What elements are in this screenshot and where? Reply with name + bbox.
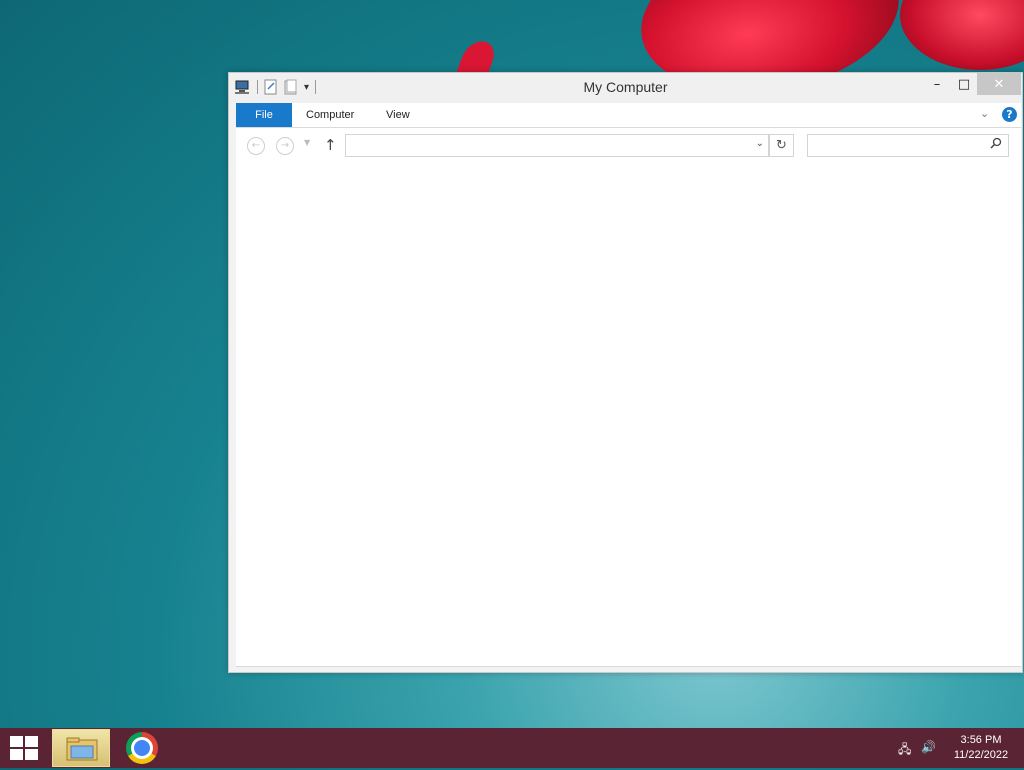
- tab-file[interactable]: File: [236, 103, 292, 127]
- file-view-pane[interactable]: [236, 164, 1021, 667]
- minimize-button[interactable]: –: [926, 73, 948, 95]
- system-clock[interactable]: 3:56 PM 11/22/2022: [945, 733, 1017, 763]
- explorer-window: ▾ My Computer – □ ✕ File Computer View ⌄…: [228, 72, 1023, 673]
- windows-logo-icon: [10, 749, 23, 760]
- network-icon[interactable]: 🖧: [898, 740, 911, 761]
- taskbar: 🖧 🔊 3:56 PM 11/22/2022: [0, 728, 1024, 768]
- title-bar[interactable]: ▾ My Computer – □ ✕: [229, 73, 1022, 103]
- taskbar-chrome-icon[interactable]: [126, 732, 158, 764]
- ribbon-tabs: File Computer View ⌄ ?: [236, 103, 1021, 128]
- search-icon[interactable]: [990, 137, 1002, 149]
- up-arrow-icon[interactable]: ↑: [324, 136, 337, 154]
- window-title: My Computer: [583, 79, 668, 95]
- recent-locations-dropdown-icon[interactable]: ▼: [304, 138, 310, 147]
- forward-arrow-icon[interactable]: →: [276, 137, 294, 155]
- address-bar[interactable]: ⌄: [345, 134, 769, 157]
- clock-date: 11/22/2022: [953, 749, 1009, 761]
- windows-logo-icon: [10, 736, 23, 747]
- maximize-button[interactable]: □: [953, 73, 975, 95]
- refresh-icon[interactable]: ↻: [769, 134, 794, 157]
- taskbar-file-explorer[interactable]: [52, 729, 110, 767]
- wallpaper-flower: [900, 0, 1024, 70]
- help-icon[interactable]: ?: [1002, 107, 1017, 122]
- windows-logo-icon: [25, 736, 38, 747]
- navigation-bar: ← → ▼ ↑ ⌄ ↻: [236, 128, 1021, 164]
- expand-ribbon-icon[interactable]: ⌄: [980, 107, 989, 120]
- folder-icon: [66, 737, 98, 761]
- back-arrow-icon[interactable]: ←: [247, 137, 265, 155]
- tab-computer[interactable]: Computer: [306, 103, 354, 127]
- chevron-down-icon[interactable]: ⌄: [756, 138, 764, 149]
- tab-view[interactable]: View: [386, 103, 410, 127]
- search-input[interactable]: [807, 134, 1009, 157]
- start-button[interactable]: [10, 736, 38, 760]
- windows-logo-icon: [25, 749, 38, 760]
- close-button[interactable]: ✕: [977, 73, 1021, 95]
- clock-time: 3:56 PM: [960, 734, 1002, 746]
- volume-icon[interactable]: 🔊: [921, 740, 936, 754]
